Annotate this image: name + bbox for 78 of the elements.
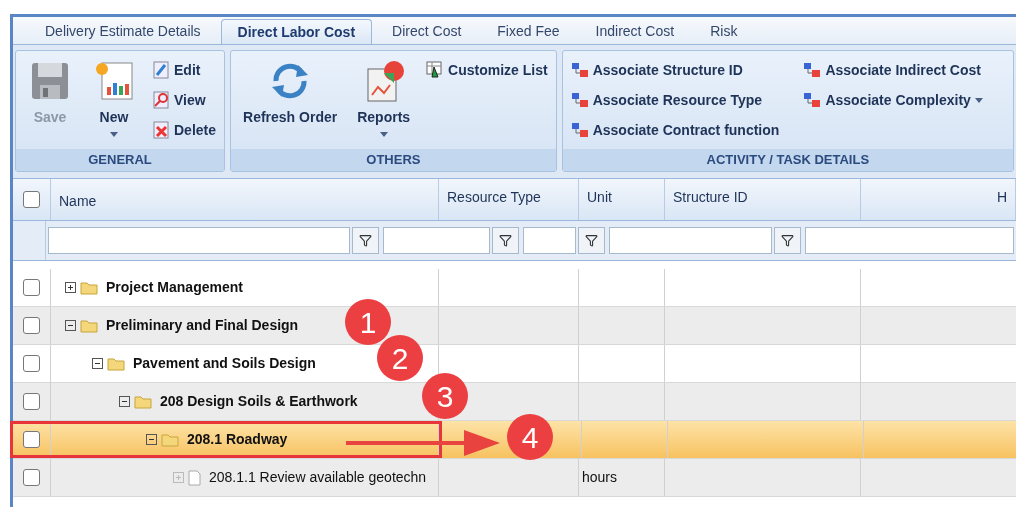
delete-icon xyxy=(152,121,170,139)
tab[interactable]: Direct Cost xyxy=(376,19,478,44)
tab[interactable]: Delivery Estimate Details xyxy=(29,19,217,44)
ribbon-button[interactable]: New xyxy=(88,55,140,137)
document-icon xyxy=(188,469,201,486)
ribbon-button[interactable]: Edit xyxy=(152,55,217,85)
column-header[interactable]: Resource Type xyxy=(447,187,541,208)
row-name: Preliminary and Final Design xyxy=(106,316,299,335)
row-name: Pavement and Soils Design xyxy=(133,354,316,373)
ribbon-button[interactable]: Reports xyxy=(353,55,415,137)
filter-field[interactable] xyxy=(47,227,350,254)
ribbon-button[interactable]: Associate Structure ID xyxy=(570,55,780,85)
group-label: ACTIVITY / TASK DETAILS xyxy=(562,149,1013,171)
ribbon-button[interactable]: Associate Resource Type xyxy=(570,85,780,115)
row-name: Project Management xyxy=(106,278,243,297)
associate-link-icon xyxy=(803,61,822,79)
filter-icon xyxy=(359,234,372,247)
checkbox[interactable] xyxy=(23,431,40,448)
checkbox[interactable] xyxy=(23,355,40,372)
caret-icon xyxy=(379,132,388,137)
row-name: 208 Design Soils & Earthwork xyxy=(160,392,358,411)
row-name: 208.1 Roadway xyxy=(187,430,288,449)
filter-button[interactable] xyxy=(492,227,519,254)
checkbox[interactable] xyxy=(23,469,40,486)
caret-icon xyxy=(974,97,983,103)
ribbon-button[interactable]: Delete xyxy=(152,115,217,145)
view-icon xyxy=(152,91,170,109)
filter-button[interactable] xyxy=(578,227,605,254)
expand-icon[interactable] xyxy=(65,282,76,293)
associate-link-icon xyxy=(570,121,589,139)
ribbon-button[interactable]: Customize List xyxy=(426,55,548,85)
unit-cell-text: hours xyxy=(582,468,618,487)
column-header[interactable]: H xyxy=(996,187,1007,208)
filter-field[interactable] xyxy=(383,227,490,254)
caret-icon xyxy=(110,132,118,137)
collapse-icon[interactable] xyxy=(92,358,103,369)
collapse-icon[interactable] xyxy=(146,434,157,445)
ribbon-button[interactable]: Associate Complexity xyxy=(803,85,983,115)
collapse-icon[interactable] xyxy=(65,320,76,331)
table-row[interactable]: 208.1.1 Review available geotechn hours xyxy=(13,459,1016,497)
associate-link-icon xyxy=(570,61,589,79)
filter-icon xyxy=(499,234,512,247)
ribbon-button[interactable]: View xyxy=(152,85,217,115)
folder-icon xyxy=(80,318,98,333)
ribbon-button[interactable]: Associate Contract function xyxy=(570,115,780,145)
folder-icon xyxy=(80,280,98,295)
column-header[interactable]: Structure ID xyxy=(673,187,748,208)
column-header[interactable]: Unit xyxy=(587,187,612,208)
checkbox[interactable] xyxy=(23,393,40,410)
tab[interactable]: Indirect Cost xyxy=(579,19,691,44)
filter-icon xyxy=(781,234,794,247)
edit-icon xyxy=(152,61,170,79)
associate-link-icon xyxy=(803,91,822,109)
table-column-icon xyxy=(426,61,445,79)
column-header[interactable]: Name xyxy=(59,191,97,212)
tab[interactable]: Direct Labor Cost xyxy=(220,19,373,44)
row-name: 208.1.1 Review available geotechn xyxy=(209,468,427,487)
table-row[interactable]: Project Management xyxy=(13,269,1016,307)
filter-field[interactable] xyxy=(523,227,576,254)
checkbox[interactable] xyxy=(23,317,40,334)
group-label: OTHERS xyxy=(231,149,556,171)
collapse-icon[interactable] xyxy=(119,396,130,407)
filter-button[interactable] xyxy=(352,227,379,254)
folder-icon xyxy=(161,432,179,447)
ribbon-button[interactable]: Associate Indirect Cost xyxy=(803,55,983,85)
filter-icon xyxy=(585,234,598,247)
tab[interactable]: Risk xyxy=(694,19,754,44)
filter-field[interactable] xyxy=(805,227,1014,254)
folder-icon xyxy=(107,356,125,371)
filter-field[interactable] xyxy=(609,227,772,254)
checkbox[interactable] xyxy=(23,191,40,208)
associate-link-icon xyxy=(570,91,589,109)
ribbon-button[interactable]: Refresh Order xyxy=(239,55,342,128)
tab[interactable]: Fixed Fee xyxy=(481,19,576,44)
filter-button[interactable] xyxy=(774,227,801,254)
checkbox[interactable] xyxy=(23,279,40,296)
folder-icon xyxy=(134,394,152,409)
group-label: GENERAL xyxy=(16,149,225,171)
